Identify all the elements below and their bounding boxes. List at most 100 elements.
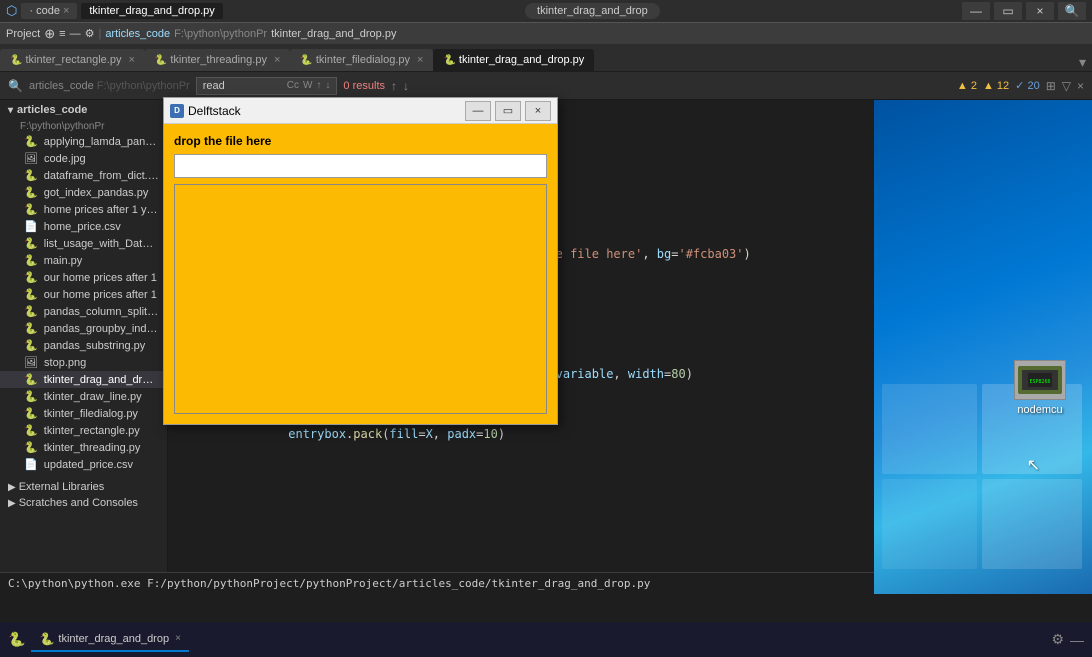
file-icon-homeprices: 🐍: [24, 204, 38, 216]
sidebar-header-label: articles_code: [29, 80, 94, 92]
file-icon-updatedprice: 📄: [24, 459, 38, 471]
nodemcu-icon-img: ESP8266: [1014, 360, 1066, 400]
tab-dropdown-icon[interactable]: ▾: [1073, 54, 1092, 71]
sidebar-item-list[interactable]: 🐍 list_usage_with_Datafra: [0, 235, 167, 252]
sidebar-item-our1[interactable]: 🐍 our home prices after 1: [0, 269, 167, 286]
sidebar-item-got[interactable]: 🐍 got_index_pandas.py: [0, 184, 167, 201]
file-icon-code: 🖼: [24, 153, 38, 165]
tkinter-minimize-btn[interactable]: —: [465, 101, 491, 121]
search-input-box[interactable]: Cc W ↑ ↓: [196, 77, 338, 95]
search-nav-down[interactable]: ↓: [325, 80, 330, 91]
close-search[interactable]: ×: [1077, 79, 1084, 93]
tkinter-title-icon: D: [170, 104, 184, 118]
tab-dragdrop[interactable]: 🐍 tkinter_drag_and_drop.py: [433, 49, 594, 71]
sort-icon[interactable]: ⊞: [1046, 79, 1056, 93]
top-title: tkinter_drag_and_drop: [525, 3, 660, 19]
sidebar-item-tkdragdrop[interactable]: 🐍 tkinter_drag_and_drop.p: [0, 371, 167, 388]
tkinter-entry[interactable]: [174, 154, 547, 178]
sidebar-item-tkthreading[interactable]: 🐍 tkinter_threading.py: [0, 439, 167, 456]
sidebar-item-code[interactable]: 🖼 code.jpg: [0, 150, 167, 167]
vscode-icon: ⬡: [6, 3, 17, 19]
search-next[interactable]: ↓: [403, 79, 409, 93]
tkinter-body: drop the file here: [164, 124, 557, 424]
tkinter-titlebar[interactable]: D Delftstack — ▭ ×: [164, 98, 557, 124]
breadcrumb-sep: F:\python\pythonPr: [174, 28, 267, 40]
file-label-pandas-grp: pandas_groupby_index.: [44, 323, 161, 335]
file-label-tkdragdrop: tkinter_drag_and_drop.p: [44, 374, 164, 386]
tab-rectangle-close[interactable]: ×: [128, 54, 134, 66]
file-label-tkfiledialog: tkinter_filedialog.py: [44, 408, 138, 420]
taskbar-icon-dragdrop: 🐍: [39, 632, 54, 646]
add-icon[interactable]: ⊕: [44, 26, 55, 42]
scratches-consoles[interactable]: ▶ Scratches and Consoles: [0, 495, 167, 511]
tab-filedialog[interactable]: 🐍 tkinter_filedialog.py ×: [290, 49, 433, 71]
filter-icon[interactable]: ▽: [1062, 79, 1071, 93]
search-nav-up[interactable]: ↑: [316, 80, 321, 91]
tab-filedialog-icon: 🐍: [300, 55, 312, 66]
win-logo-bl: [882, 479, 977, 569]
search-whole-word[interactable]: W: [303, 80, 312, 91]
split-icon[interactable]: —: [70, 28, 81, 40]
tkinter-close-btn[interactable]: ×: [525, 101, 551, 121]
top-tab-code-close[interactable]: ×: [63, 5, 69, 17]
top-bar: ⬡ · code × tkinter_drag_and_drop.py tkin…: [0, 0, 1092, 22]
sidebar-header[interactable]: ▾ articles_code: [0, 100, 167, 120]
project-label[interactable]: Project: [6, 28, 40, 40]
file-icon-tkrectangle: 🐍: [24, 425, 38, 437]
file-label-our2: our home prices after 1: [44, 289, 157, 301]
file-label-homeprices: home prices after 1 year: [44, 204, 163, 216]
gear-icon-terminal[interactable]: ⚙: [1051, 631, 1064, 648]
external-libraries[interactable]: ▶ External Libraries: [0, 477, 167, 495]
tab-threading[interactable]: 🐍 tkinter_threading.py ×: [145, 49, 291, 71]
sidebar-item-main[interactable]: 🐍 main.py: [0, 252, 167, 269]
file-label-tkrectangle: tkinter_rectangle.py: [44, 425, 140, 437]
tab-rectangle-label: tkinter_rectangle.py: [25, 54, 121, 66]
settings-icon[interactable]: ⚙: [85, 27, 95, 40]
sidebar-item-pandas-grp[interactable]: 🐍 pandas_groupby_index.: [0, 320, 167, 337]
sidebar-item-homeprices[interactable]: 🐍 home prices after 1 year: [0, 201, 167, 218]
taskbar-close-dragdrop[interactable]: ×: [175, 633, 181, 644]
search-prev[interactable]: ↑: [391, 79, 397, 93]
sidebar-item-pandas-col[interactable]: 🐍 pandas_column_split.py: [0, 303, 167, 320]
sidebar-item-pandas-sub[interactable]: 🐍 pandas_substring.py: [0, 337, 167, 354]
taskbar-item-dragdrop[interactable]: 🐍 tkinter_drag_and_drop ×: [31, 628, 189, 652]
sidebar-path: F:\python\pythonPr: [0, 120, 167, 133]
tkinter-window: D Delftstack — ▭ × drop the file here: [163, 97, 558, 425]
tab-threading-close[interactable]: ×: [274, 54, 280, 66]
sidebar-item-our2[interactable]: 🐍 our home prices after 1: [0, 286, 167, 303]
nodemcu-label: nodemcu: [1017, 404, 1062, 416]
top-tab-dragdrop[interactable]: tkinter_drag_and_drop.py: [81, 3, 222, 19]
tkinter-label: drop the file here: [174, 134, 547, 148]
sidebar-item-tkdrawline[interactable]: 🐍 tkinter_draw_line.py: [0, 388, 167, 405]
win-btn-close[interactable]: ×: [1026, 2, 1054, 20]
sidebar-item-tkfiledialog[interactable]: 🐍 tkinter_filedialog.py: [0, 405, 167, 422]
sidebar-item-homeprice-csv[interactable]: 📄 home_price.csv: [0, 218, 167, 235]
win-btn-minimize[interactable]: —: [962, 2, 990, 20]
top-tab-dragdrop-label: tkinter_drag_and_drop.py: [89, 5, 214, 17]
search-icon-top[interactable]: 🔍: [1058, 2, 1086, 20]
file-icon-our1: 🐍: [24, 272, 38, 284]
sidebar-item-tkrectangle[interactable]: 🐍 tkinter_rectangle.py: [0, 422, 167, 439]
sidebar-item-stop[interactable]: 🖼 stop.png: [0, 354, 167, 371]
win-btn-restore[interactable]: ▭: [994, 2, 1022, 20]
search-match-case[interactable]: Cc: [287, 80, 299, 91]
path-sep: F:\python\pythonPr: [97, 80, 190, 92]
search-input[interactable]: [203, 80, 283, 92]
sidebar-item-dataframe[interactable]: 🐍 dataframe_from_dict.py: [0, 167, 167, 184]
file-label-code: code.jpg: [44, 153, 86, 165]
file-icon-tkdragdrop: 🐍: [24, 374, 38, 386]
tab-filedialog-close[interactable]: ×: [417, 54, 423, 66]
warnings-icon: ▲ 2: [957, 80, 977, 92]
desktop-icon-nodemcu[interactable]: ESP8266 nodemcu: [1014, 360, 1066, 416]
minimize-panel-icon[interactable]: —: [1070, 632, 1084, 648]
file-icon-tkdrawline: 🐍: [24, 391, 38, 403]
top-tab-code[interactable]: · code ×: [21, 3, 77, 19]
list-icon[interactable]: ≡: [59, 28, 65, 40]
tkinter-maximize-btn[interactable]: ▭: [495, 101, 521, 121]
ext-lib-label: External Libraries: [19, 481, 105, 493]
tab-rectangle[interactable]: 🐍 tkinter_rectangle.py ×: [0, 49, 145, 71]
sidebar-item-updatedprice[interactable]: 📄 updated_price.csv: [0, 456, 167, 473]
sidebar-item-applying[interactable]: 🐍 applying_lamda_pandas.py: [0, 133, 167, 150]
file-label-main: main.py: [44, 255, 83, 267]
sidebar-collapse-icon[interactable]: ▾: [8, 105, 13, 116]
